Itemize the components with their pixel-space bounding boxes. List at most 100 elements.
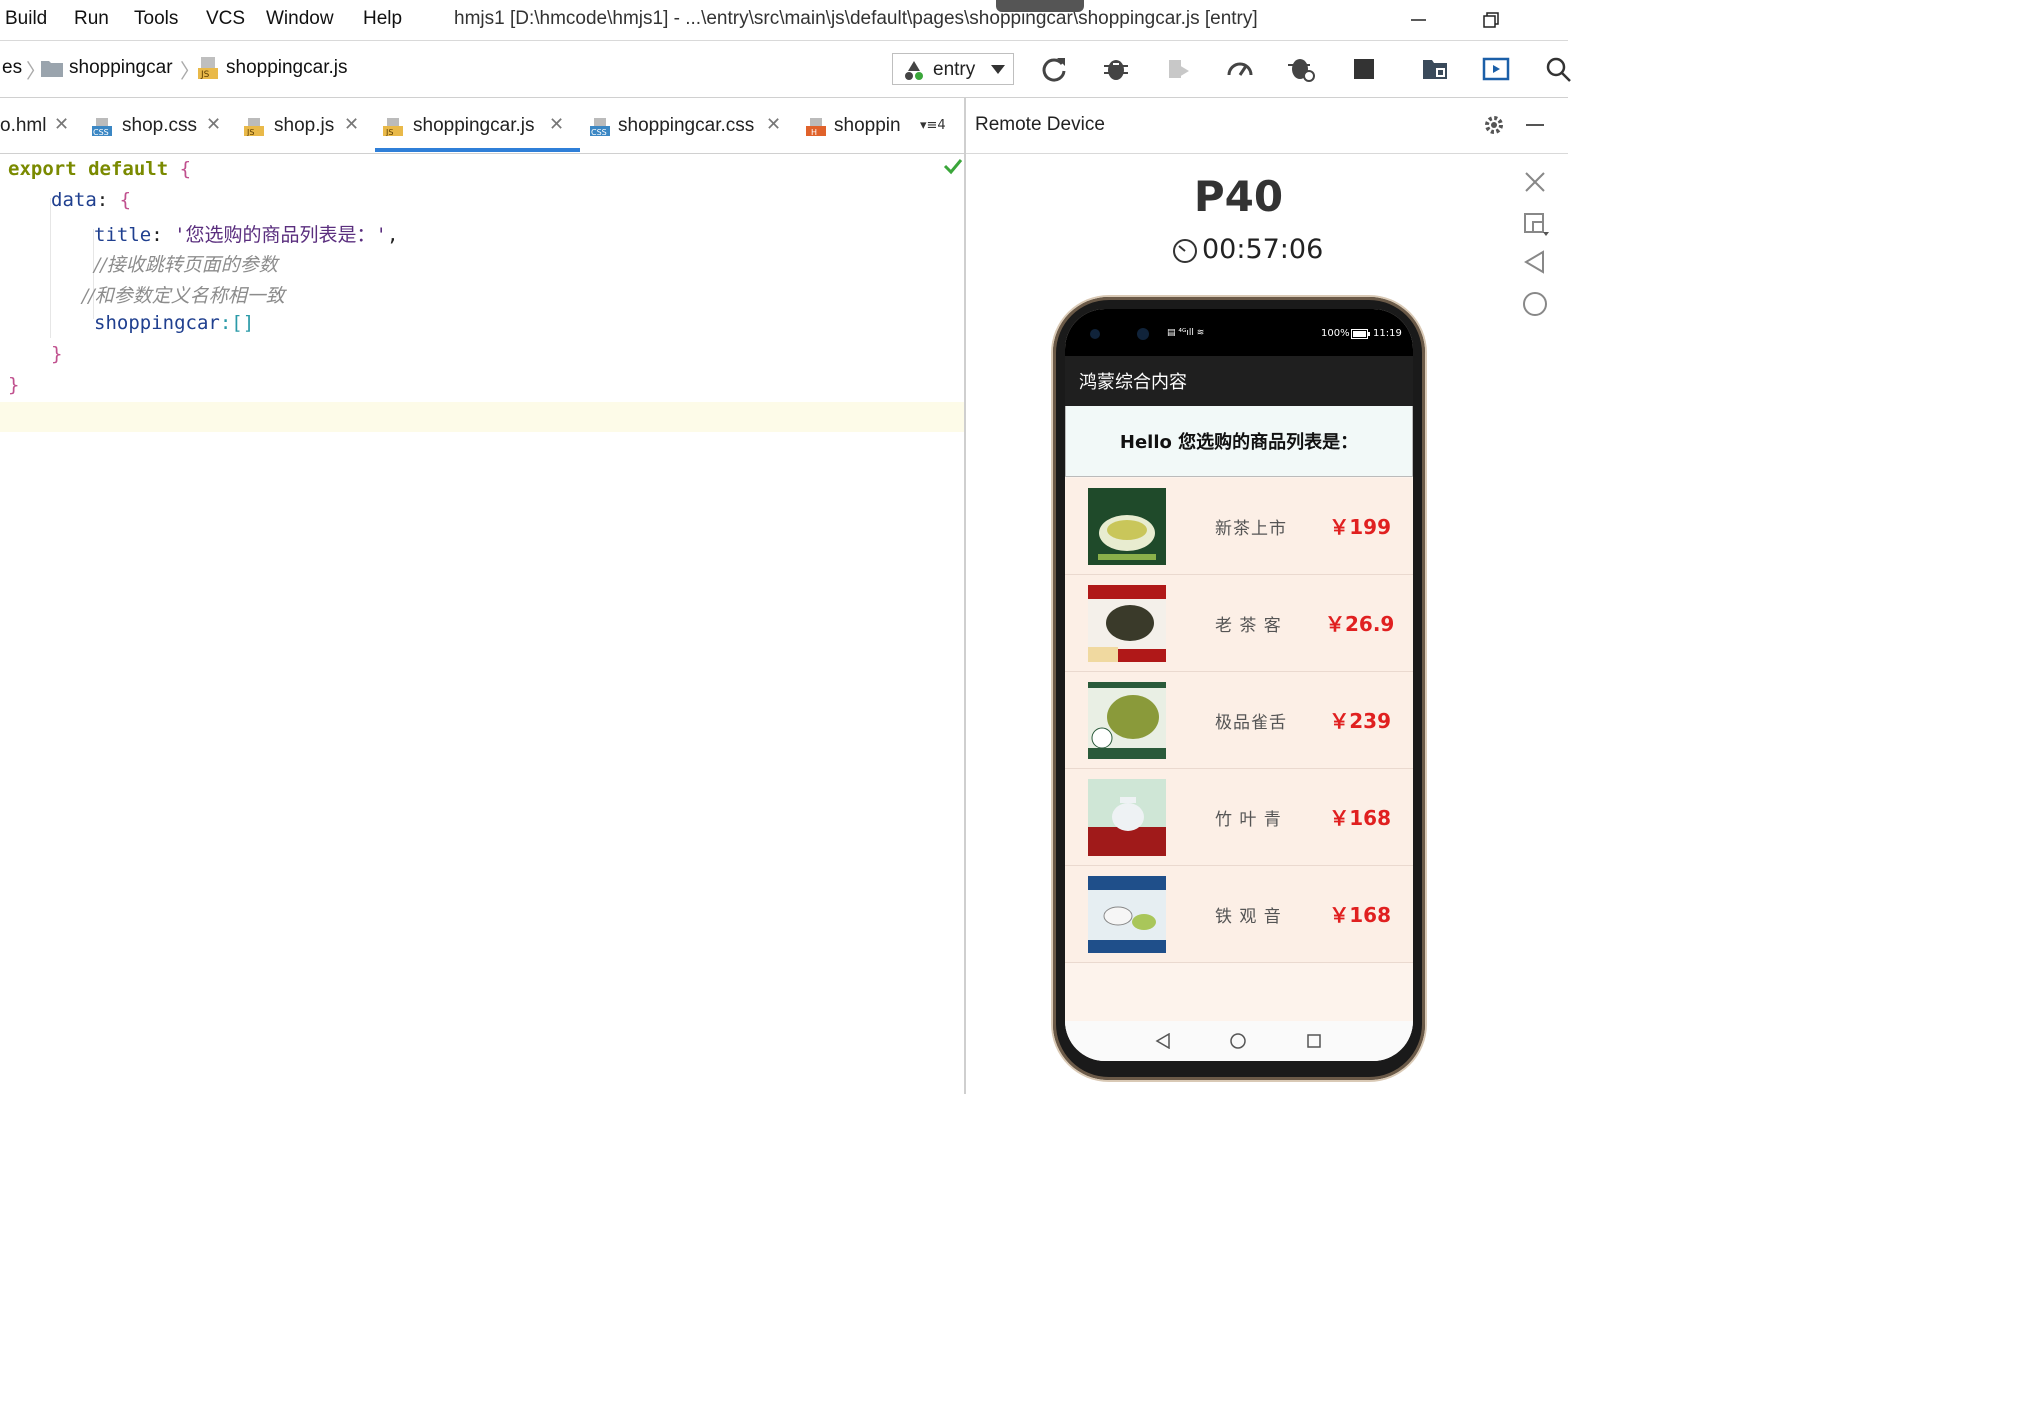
tab-label: shoppingcar.css xyxy=(618,115,755,136)
product-price: ￥168 xyxy=(1329,903,1391,927)
menu-run[interactable]: Run xyxy=(74,8,109,30)
module-icon xyxy=(905,61,923,80)
tab-shop-css[interactable]: CSS shop.css ✕ xyxy=(84,98,234,152)
window-title: hmjs1 [D:\hmcode\hmjs1] - ...\entry\src\… xyxy=(454,8,1258,29)
code-line-3: title: '您选购的商品列表是：', xyxy=(94,224,399,246)
minimize-panel-icon[interactable] xyxy=(1524,114,1546,136)
tab-shoppingcar-hml[interactable]: H shoppin xyxy=(798,98,906,152)
device-manager-icon[interactable] xyxy=(1482,55,1510,83)
code-line-6: shoppingcar:[] xyxy=(94,312,255,334)
product-row[interactable]: 新茶上市 ￥199 xyxy=(1065,478,1413,575)
session-timer: 00:57:06 xyxy=(1202,234,1324,265)
close-icon[interactable] xyxy=(1523,170,1547,194)
debug-settings-icon[interactable] xyxy=(1288,55,1316,83)
folder-icon xyxy=(41,61,63,77)
recents-icon[interactable] xyxy=(1306,1033,1322,1049)
chevron-down-icon xyxy=(991,65,1005,74)
signal-icon: ▤ ⁴ᴳıll ≋ xyxy=(1167,328,1205,338)
product-name: 新茶上市 xyxy=(1215,519,1287,539)
device-name: P40 xyxy=(1193,172,1284,221)
phone-nav-keys xyxy=(1065,1021,1413,1061)
editor-tab-bar: o.hml ✕ CSS shop.css ✕ JS shop.js ✕ JS s… xyxy=(0,98,964,154)
debug-icon[interactable] xyxy=(1102,55,1130,83)
product-price: ￥199 xyxy=(1329,515,1391,539)
code-line-7: } xyxy=(51,343,63,365)
svg-text:CSS: CSS xyxy=(93,128,109,136)
menu-build[interactable]: Build xyxy=(5,8,47,30)
gear-icon[interactable] xyxy=(1483,114,1505,136)
product-image xyxy=(1088,488,1166,565)
phone-app-bar: 鸿蒙综合内容 xyxy=(1065,356,1413,406)
breadcrumb-folder[interactable]: shoppingcar xyxy=(69,57,173,79)
list-icon: ▾≡ xyxy=(920,118,938,133)
hello-banner: Hello 您选购的商品列表是： xyxy=(1065,406,1413,477)
timer-icon xyxy=(1173,239,1197,263)
product-row[interactable]: 竹 叶 青 ￥168 xyxy=(1065,769,1413,866)
breadcrumb-file[interactable]: shoppingcar.js xyxy=(226,57,347,79)
close-icon[interactable]: ✕ xyxy=(54,114,69,135)
code-line-5: //和参数定义名称相一致 xyxy=(82,285,285,307)
attach-debugger-icon[interactable] xyxy=(1164,55,1192,83)
menu-help[interactable]: Help xyxy=(363,8,402,30)
menu-window[interactable]: Window xyxy=(266,8,334,30)
check-icon xyxy=(943,159,963,175)
home-icon[interactable] xyxy=(1521,290,1549,318)
product-row[interactable]: 铁 观 音 ￥168 xyxy=(1065,866,1413,963)
code-line-8: } xyxy=(8,374,20,396)
search-icon[interactable] xyxy=(1544,55,1572,83)
restore-icon[interactable] xyxy=(1476,6,1506,34)
hml-file-icon: H xyxy=(806,118,826,136)
rotate-screen-icon[interactable] xyxy=(1523,210,1549,236)
close-icon[interactable]: ✕ xyxy=(766,114,781,135)
breadcrumb-parent[interactable]: es xyxy=(2,57,22,79)
home-icon[interactable] xyxy=(1229,1032,1247,1050)
tab-index-hml[interactable]: o.hml ✕ xyxy=(0,98,80,152)
menu-bar: Build Run Tools VCS Window Help hmjs1 [D… xyxy=(0,0,1568,41)
indent-guide xyxy=(50,198,51,338)
rerun-icon[interactable] xyxy=(1040,55,1068,83)
floating-toolbar-handle[interactable] xyxy=(996,0,1084,12)
tab-shoppingcar-js[interactable]: JS shoppingcar.js ✕ xyxy=(375,98,580,152)
tabs-overflow-button[interactable]: ▾≡4 xyxy=(920,118,946,133)
front-camera xyxy=(1090,329,1100,339)
profiler-icon[interactable] xyxy=(1226,55,1254,83)
close-icon[interactable]: ✕ xyxy=(549,114,564,135)
back-icon[interactable] xyxy=(1155,1033,1171,1049)
menu-tools[interactable]: Tools xyxy=(134,8,178,30)
svg-text:CSS: CSS xyxy=(591,128,607,136)
tab-shop-js[interactable]: JS shop.js ✕ xyxy=(236,98,372,152)
product-row[interactable]: 极品雀舌 ￥239 xyxy=(1065,672,1413,769)
run-config-select[interactable]: entry xyxy=(892,53,1014,85)
minimize-icon[interactable] xyxy=(1404,6,1434,34)
close-icon[interactable]: ✕ xyxy=(344,114,359,135)
code-editor[interactable]: export default { data: { title: '您选购的商品列… xyxy=(0,154,964,1094)
svg-text:JS: JS xyxy=(246,128,254,136)
phone-status-bar: ▤ ⁴ᴳıll ≋ 100% 11:19 xyxy=(1065,309,1413,356)
code-line-4: //接收跳转页面的参数 xyxy=(94,254,278,276)
product-name: 竹 叶 青 xyxy=(1215,810,1282,830)
front-camera xyxy=(1137,328,1149,340)
hello-text: Hello 您选购的商品列表是： xyxy=(1119,432,1359,453)
status-time: 11:19 xyxy=(1373,328,1402,339)
js-file-icon: JS xyxy=(198,57,218,80)
menu-vcs[interactable]: VCS xyxy=(206,8,245,30)
project-structure-icon[interactable] xyxy=(1421,55,1449,83)
close-icon[interactable]: ✕ xyxy=(206,114,221,135)
remote-device-header: Remote Device xyxy=(966,98,1568,154)
current-line-highlight xyxy=(0,402,964,432)
app-title: 鸿蒙综合内容 xyxy=(1079,372,1187,393)
tab-shoppingcar-css[interactable]: CSS shoppingcar.css ✕ xyxy=(582,98,796,152)
tab-label: o.hml xyxy=(0,115,47,136)
product-image xyxy=(1088,779,1166,856)
js-file-icon: JS xyxy=(244,118,264,136)
battery-level: 100% xyxy=(1321,328,1350,339)
tab-label: shoppingcar.js xyxy=(413,115,535,136)
svg-text:JS: JS xyxy=(200,70,210,80)
navigation-bar: es 〉 shoppingcar 〉 JS shoppingcar.js ent… xyxy=(0,41,1571,98)
product-row[interactable]: 老 茶 客 ￥26.9 xyxy=(1065,575,1413,672)
code-line-1: export default { xyxy=(8,158,192,180)
code-line-2: data: { xyxy=(51,189,132,211)
stop-icon[interactable] xyxy=(1350,55,1378,83)
phone-screen[interactable]: ▤ ⁴ᴳıll ≋ 100% 11:19 鸿蒙综合内容 Hello 您选购的商品… xyxy=(1065,309,1413,1061)
back-icon[interactable] xyxy=(1523,250,1547,274)
